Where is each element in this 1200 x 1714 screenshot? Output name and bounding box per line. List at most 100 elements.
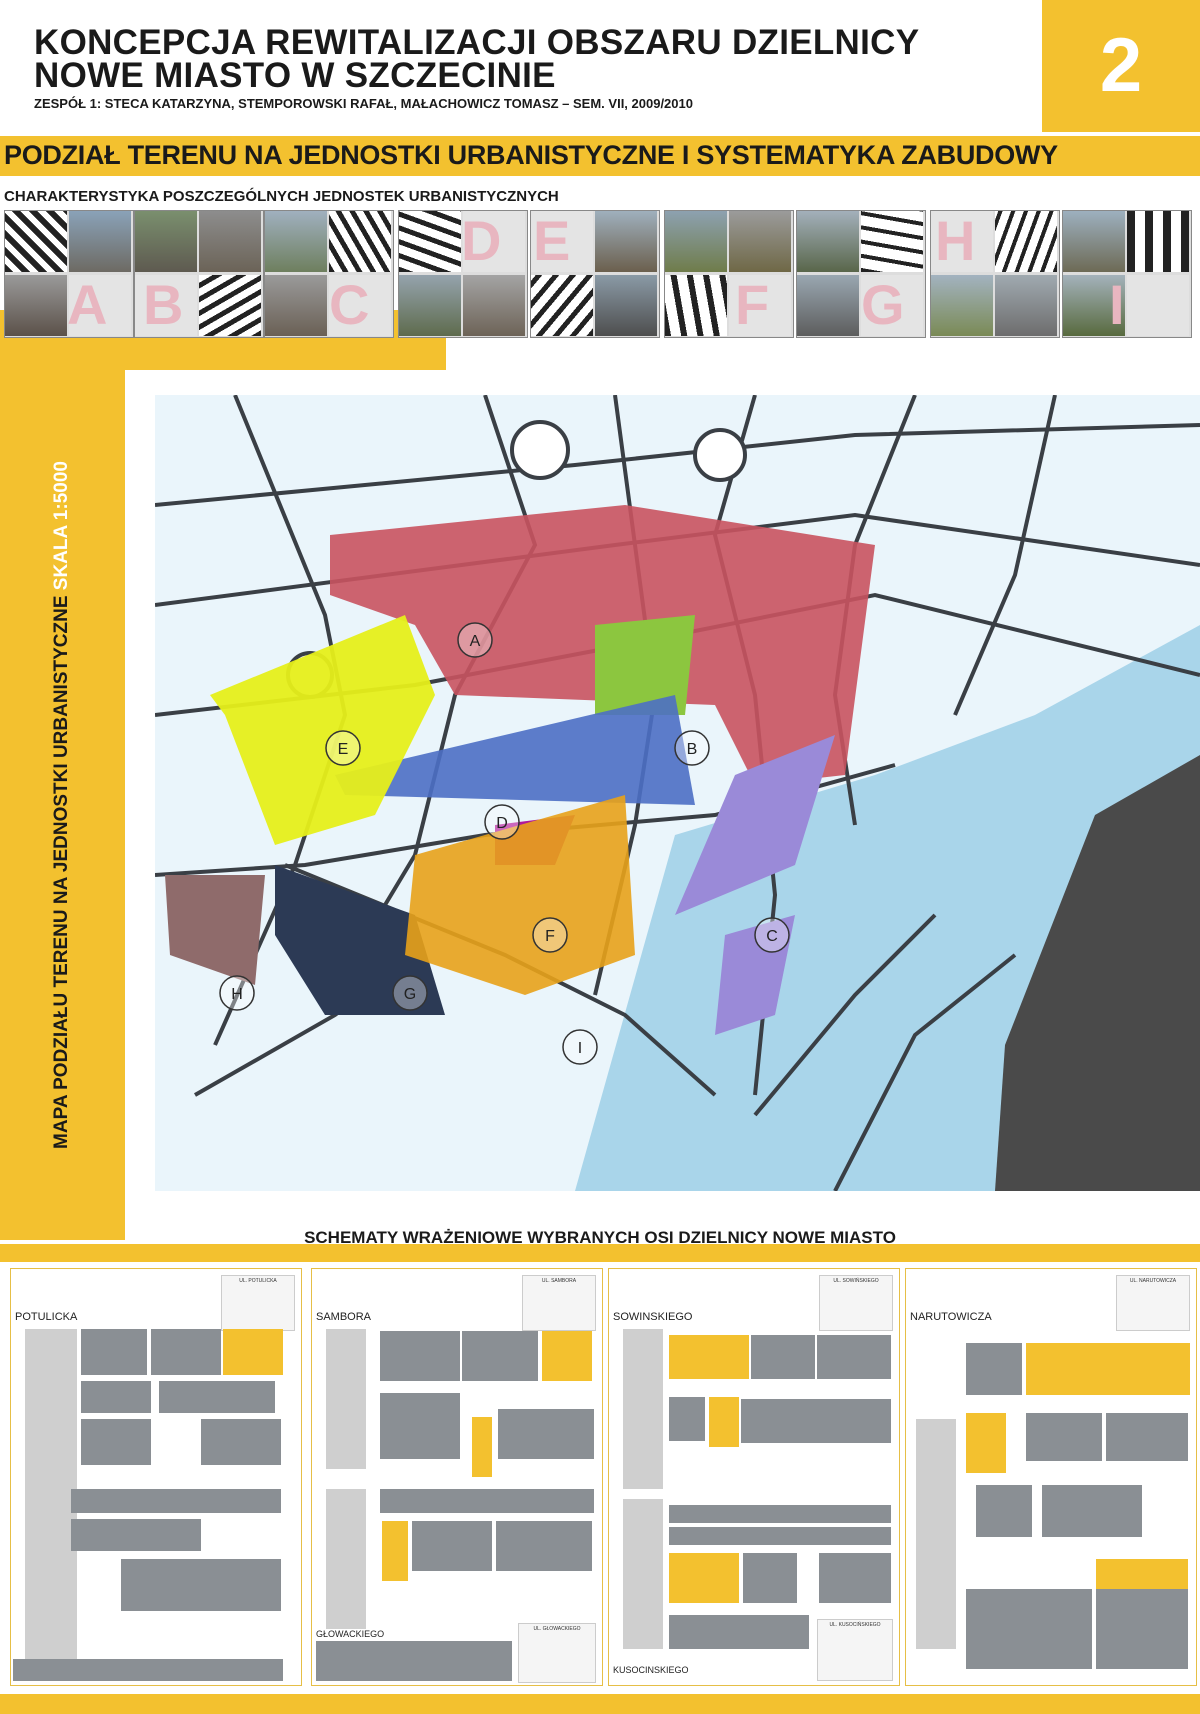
photo-image bbox=[69, 211, 131, 272]
unit-letter: B bbox=[143, 273, 184, 336]
street-plan-strip bbox=[326, 1489, 366, 1629]
panorama-photo bbox=[669, 1505, 891, 1523]
units-section-title: CHARAKTERYSTYKA POSZCZEGÓLNYCH JEDNOSTEK… bbox=[4, 188, 559, 205]
unit-card-b: B bbox=[134, 210, 264, 338]
yellow-block bbox=[1026, 1343, 1190, 1395]
bottom-yellow-bar bbox=[0, 1244, 1200, 1262]
impression-chart-2: UL. KUSOCIŃSKIEGO bbox=[817, 1619, 893, 1681]
unit-card-h: H bbox=[930, 210, 1060, 338]
unit-letter: C bbox=[329, 273, 370, 336]
panorama-photo bbox=[316, 1641, 512, 1681]
plan-image bbox=[1127, 211, 1189, 272]
street-photo bbox=[71, 1519, 201, 1551]
map-label-f: F bbox=[545, 928, 555, 945]
photo-image bbox=[797, 275, 859, 336]
street-photo bbox=[412, 1521, 492, 1571]
street-photo bbox=[743, 1553, 797, 1603]
map-label-e: E bbox=[338, 741, 349, 758]
map-label-b: B bbox=[687, 741, 698, 758]
yellow-block bbox=[472, 1417, 492, 1477]
photo-image bbox=[595, 275, 657, 336]
unit-card-e: E bbox=[530, 210, 660, 338]
street-photo bbox=[1026, 1413, 1102, 1461]
street-photo bbox=[462, 1331, 538, 1381]
roundabout bbox=[510, 420, 570, 480]
photo-image bbox=[797, 211, 859, 272]
board-title: KONCEPCJA REWITALIZACJI OBSZARU DZIELNIC… bbox=[34, 23, 920, 93]
panorama-photo bbox=[380, 1489, 594, 1513]
unit-card-d: D bbox=[398, 210, 528, 338]
street-photo bbox=[669, 1615, 809, 1649]
chart-label-2: UL. KUSOCIŃSKIEGO bbox=[829, 1622, 881, 1628]
map-label-g: G bbox=[404, 986, 416, 1003]
street-photo bbox=[741, 1399, 891, 1443]
photo-image bbox=[399, 275, 461, 336]
plan-image bbox=[329, 211, 391, 272]
unit-letter: H bbox=[935, 210, 976, 272]
street-photo bbox=[81, 1419, 151, 1465]
street-photo bbox=[966, 1343, 1022, 1395]
unit-letter: F bbox=[735, 273, 770, 336]
street-photo bbox=[151, 1329, 221, 1375]
unit-card-i: I bbox=[1062, 210, 1192, 338]
map-label-a: A bbox=[470, 633, 481, 650]
photo-image bbox=[265, 211, 327, 272]
panorama-photo bbox=[71, 1489, 281, 1513]
photo-image bbox=[265, 275, 327, 336]
photo-image bbox=[1063, 211, 1125, 272]
chart-label: UL. SOWIŃSKIEGO bbox=[833, 1278, 879, 1284]
chart-label-2: UL. GŁOWACKIEGO bbox=[533, 1626, 581, 1632]
plan-image bbox=[665, 275, 727, 336]
yellow-block bbox=[223, 1329, 283, 1375]
photo-image bbox=[665, 211, 727, 272]
impression-chart: UL. SOWIŃSKIEGO bbox=[819, 1275, 893, 1331]
photo-image bbox=[199, 211, 261, 272]
board-number: 2 bbox=[1099, 23, 1143, 108]
street-label: SOWINSKIEGO bbox=[613, 1311, 693, 1323]
street-photo bbox=[1042, 1485, 1142, 1537]
unit-b-area bbox=[595, 615, 695, 715]
panorama-photo bbox=[669, 1527, 891, 1545]
photo-image bbox=[5, 275, 67, 336]
plan-image bbox=[861, 211, 923, 272]
photo-image bbox=[995, 275, 1057, 336]
yellow-block bbox=[669, 1553, 739, 1603]
photo-image bbox=[463, 275, 525, 336]
street-photo bbox=[159, 1381, 275, 1413]
photo-image bbox=[931, 275, 993, 336]
plan-image bbox=[199, 275, 261, 336]
street-photo bbox=[976, 1485, 1032, 1537]
unit-letter: D bbox=[461, 210, 502, 272]
street-photo bbox=[496, 1521, 592, 1571]
yellow-block bbox=[669, 1335, 749, 1379]
unit-card-a: A bbox=[4, 210, 134, 338]
plan-image bbox=[399, 211, 461, 272]
chart-label: UL. SAMBORA bbox=[541, 1278, 577, 1284]
axis-panel-sambora: UL. SAMBORA SAMBORA GŁOWACKIEGO UL. GŁOW… bbox=[311, 1268, 603, 1686]
axis-panel-sowinskiego: UL. SOWIŃSKIEGO SOWINSKIEGO UL. KUSOCIŃS… bbox=[608, 1268, 900, 1686]
street-label-2: GŁOWACKIEGO bbox=[316, 1629, 385, 1639]
yellow-block bbox=[709, 1397, 739, 1447]
impression-chart: UL. POTULICKA bbox=[221, 1275, 295, 1331]
unit-thumbnails: A B C D E F G H I bbox=[0, 210, 1200, 340]
axis-panel-potulicka: UL. POTULICKA POTULICKA bbox=[10, 1268, 302, 1686]
street-plan-strip bbox=[25, 1329, 77, 1669]
board-title-line1: KONCEPCJA REWITALIZACJI OBSZARU DZIELNIC… bbox=[34, 23, 920, 62]
street-photo bbox=[81, 1329, 147, 1375]
street-photo bbox=[1096, 1589, 1188, 1669]
map-svg: A B C D E F G H I bbox=[154, 394, 1200, 1192]
street-label: NARUTOWICZA bbox=[910, 1311, 992, 1323]
chart-label: UL. NARUTOWICZA bbox=[1129, 1278, 1177, 1284]
photo-image bbox=[595, 211, 657, 272]
map-title: MAPA PODZIAŁU TERENU NA JEDNOSTKI URBANI… bbox=[51, 595, 72, 1149]
yellow-block bbox=[966, 1413, 1006, 1473]
unit-card-g: G bbox=[796, 210, 926, 338]
plan-image bbox=[5, 211, 67, 272]
section-banner-title: PODZIAŁ TERENU NA JEDNOSTKI URBANISTYCZN… bbox=[4, 140, 1058, 170]
street-photo bbox=[966, 1589, 1092, 1669]
unit-letter: A bbox=[67, 273, 108, 336]
plan-image bbox=[995, 211, 1057, 272]
unit-letter: G bbox=[861, 273, 905, 336]
photo-image bbox=[135, 211, 197, 272]
street-photo bbox=[751, 1335, 815, 1379]
